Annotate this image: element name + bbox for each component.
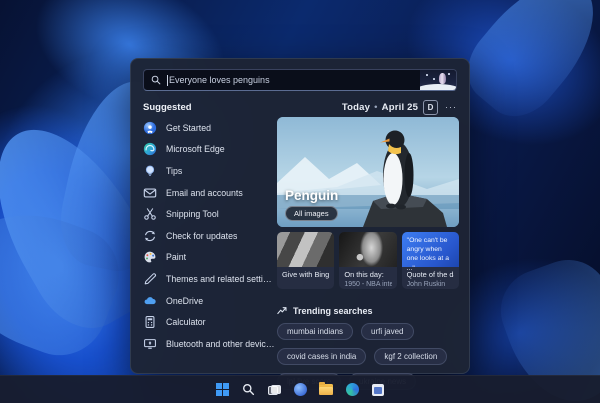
search-input[interactable]: Everyone loves penguins	[143, 69, 457, 91]
suggested-item-label: Tips	[166, 165, 183, 176]
quote-image: "One can't be angry when one looks at a …	[401, 232, 459, 272]
suggested-item-label: Microsoft Edge	[166, 144, 225, 155]
search-icon	[151, 75, 161, 85]
give-with-bing-image	[277, 232, 335, 267]
snipping-tool-icon	[143, 207, 157, 221]
file-explorer-icon	[319, 382, 333, 395]
suggested-item-paint[interactable]: Paint	[143, 247, 275, 269]
suggested-item-label: Themes and related settings	[166, 273, 275, 284]
card-subcaption: 1950 - NBA inte...	[344, 280, 392, 288]
edge-icon	[345, 383, 359, 396]
store-button[interactable]	[370, 382, 386, 398]
on-this-day-card[interactable]: On this day: 1950 - NBA inte...	[339, 232, 397, 289]
trending-icon	[277, 307, 287, 315]
email-icon	[143, 186, 157, 200]
widgets-button[interactable]	[292, 382, 308, 398]
quote-of-the-day-card[interactable]: "One can't be angry when one looks at a …	[401, 232, 459, 289]
card-caption: Give with Bing	[282, 270, 330, 279]
widgets-icon	[293, 383, 307, 396]
calculator-icon	[143, 315, 157, 329]
bluetooth-devices-icon	[143, 337, 157, 351]
suggested-item-label: Email and accounts	[166, 187, 243, 198]
suggested-item-label: Paint	[166, 252, 187, 263]
penguin-image-card[interactable]: Penguin All images	[277, 117, 459, 227]
panel-header: Suggested Today • April 25 D ···	[143, 99, 457, 115]
suggested-item-snipping-tool[interactable]: Snipping Tool	[143, 203, 275, 225]
suggested-item-email-accounts[interactable]: Email and accounts	[143, 182, 275, 204]
start-button[interactable]	[214, 382, 230, 398]
task-view-button[interactable]	[266, 382, 282, 398]
card-caption: Quote of the day:	[406, 270, 454, 279]
search-results-column: Penguin All images Give with Bing On thi…	[277, 117, 459, 390]
suggested-item-microsoft-edge[interactable]: Microsoft Edge	[143, 139, 275, 161]
search-icon	[242, 384, 254, 396]
taskbar	[0, 375, 600, 403]
windows-search-panel: Everyone loves penguins Suggested Today •…	[130, 58, 470, 390]
suggested-item-tips[interactable]: Tips	[143, 160, 275, 182]
taskbar-search-button[interactable]	[240, 382, 256, 398]
trending-heading: Trending searches	[293, 306, 373, 316]
onedrive-icon	[143, 294, 157, 308]
suggested-heading: Suggested	[143, 101, 192, 113]
task-view-icon	[268, 384, 281, 395]
card-caption: On this day:	[344, 270, 384, 279]
suggested-item-label: OneDrive	[166, 295, 204, 306]
hero-title: Penguin	[285, 188, 339, 203]
store-icon	[372, 383, 384, 396]
tips-icon	[143, 164, 157, 178]
suggested-item-label: Get Started	[166, 122, 211, 133]
text-caret	[167, 74, 168, 86]
update-icon	[143, 229, 157, 243]
paint-icon	[143, 250, 157, 264]
windows-logo-icon	[215, 383, 229, 396]
suggested-item-onedrive[interactable]: OneDrive	[143, 290, 275, 312]
themes-icon	[143, 272, 157, 286]
cards-row: Give with Bing On this day: 1950 - NBA i…	[277, 232, 459, 289]
edge-button[interactable]	[344, 382, 360, 398]
search-query-text: Everyone loves penguins	[169, 75, 270, 85]
suggested-item-label: Bluetooth and other devices sett...	[166, 338, 275, 349]
suggested-item-calculator[interactable]: Calculator	[143, 311, 275, 333]
suggested-item-label: Check for updates	[166, 230, 238, 241]
today-date-heading: Today • April 25	[341, 101, 419, 113]
file-explorer-button[interactable]	[318, 382, 334, 398]
penguin-night-illustration	[420, 70, 456, 90]
suggested-item-label: Snipping Tool	[166, 209, 219, 220]
suggested-item-label: Calculator	[166, 317, 206, 328]
trending-pill[interactable]: kgf 2 collection	[374, 348, 448, 365]
suggested-item-bluetooth-devices[interactable]: Bluetooth and other devices sett...	[143, 333, 275, 355]
trending-pill[interactable]: urfi javed	[361, 323, 414, 340]
on-this-day-image	[339, 232, 397, 267]
all-images-button[interactable]: All images	[285, 206, 338, 221]
get-started-icon	[143, 121, 157, 135]
trending-pill[interactable]: mumbai indians	[277, 323, 354, 340]
suggested-item-get-started[interactable]: Get Started	[143, 117, 275, 139]
card-subcaption: John Ruskin	[406, 280, 446, 288]
give-with-bing-card[interactable]: Give with Bing	[277, 232, 335, 289]
suggested-item-check-for-updates[interactable]: Check for updates	[143, 225, 275, 247]
suggested-list: Get Started Microsoft Edge Tips Email an…	[143, 117, 275, 355]
suggested-item-themes-settings[interactable]: Themes and related settings	[143, 268, 275, 290]
microsoft-edge-icon	[143, 142, 157, 156]
trending-pill[interactable]: covid cases in india	[277, 348, 367, 365]
